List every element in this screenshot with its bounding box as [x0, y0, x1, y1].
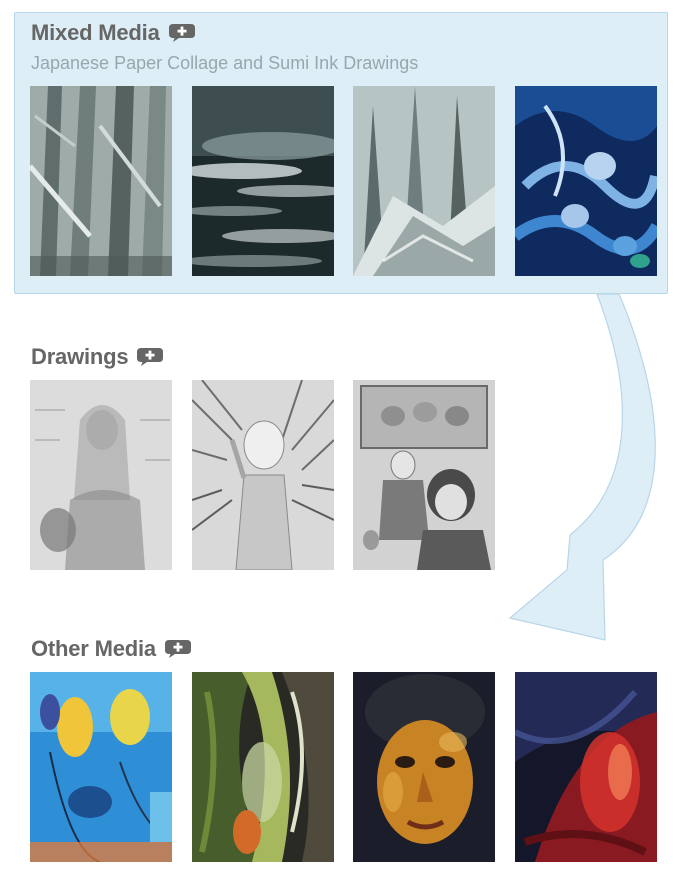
plus-speech-bubble-icon[interactable]: [164, 639, 192, 659]
mixed-media-subtitle: Japanese Paper Collage and Sumi Ink Draw…: [31, 53, 419, 73]
other-media-title: Other Media: [31, 636, 192, 662]
thumbnail-green-swirl-abstract[interactable]: [192, 672, 334, 862]
thumbnail-forest-trunks[interactable]: [30, 86, 172, 276]
thumbnail-blue-swirling-figures[interactable]: [515, 86, 657, 276]
thumbnail-blue-yellow-abstract[interactable]: [30, 672, 172, 862]
other-media-title-text: Other Media: [31, 636, 156, 661]
thumbnail-rocky-forest[interactable]: [353, 86, 495, 276]
mixed-media-title: Mixed Media: [31, 20, 196, 46]
drawings-title: Drawings: [31, 344, 164, 370]
thumbnail-red-blue-abstract[interactable]: [515, 672, 657, 862]
thumbnail-child-with-palms[interactable]: [192, 380, 334, 570]
thumbnail-woman-with-monkey[interactable]: [30, 380, 172, 570]
thumbnail-orange-face-portrait[interactable]: [353, 672, 495, 862]
drawings-title-text: Drawings: [31, 344, 129, 369]
plus-speech-bubble-icon[interactable]: [136, 347, 164, 367]
thumbnail-two-women-portrait[interactable]: [353, 380, 495, 570]
plus-speech-bubble-icon[interactable]: [168, 23, 196, 43]
thumbnail-cloudy-seascape[interactable]: [192, 86, 334, 276]
mixed-media-title-text: Mixed Media: [31, 20, 160, 45]
